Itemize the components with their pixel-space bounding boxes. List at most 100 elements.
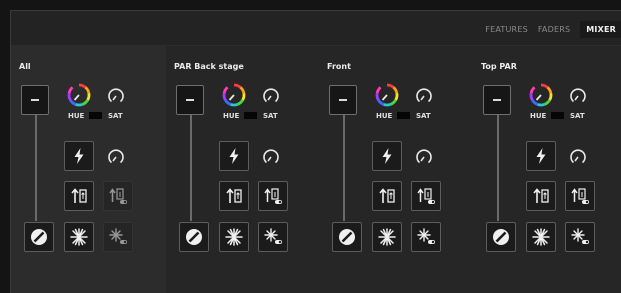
icon-graphic [375, 83, 399, 107]
icon-graphic [339, 229, 355, 245]
group-title: All [19, 62, 31, 71]
icon-graphic [417, 228, 435, 244]
icon-graphic [536, 148, 546, 164]
icon-graphic [71, 188, 87, 203]
chase-toggle-button[interactable] [258, 181, 288, 211]
fader-track[interactable] [497, 103, 499, 221]
blackout-button[interactable] [24, 222, 54, 252]
strobe-button[interactable] [219, 222, 249, 252]
strobe-button[interactable] [64, 222, 94, 252]
fader-track[interactable] [343, 103, 345, 221]
fixture-group: Top PAR HUE SAT [473, 45, 621, 293]
strobe-toggle-button[interactable] [258, 222, 288, 252]
color-swatch [244, 112, 257, 119]
icon-graphic [533, 188, 549, 203]
icon-graphic [263, 88, 279, 103]
chase-button[interactable] [64, 181, 94, 211]
fader-handle[interactable] [21, 85, 49, 115]
icon-graphic [70, 228, 88, 246]
tab-features[interactable]: FEATURES [485, 25, 528, 34]
icon-graphic [186, 229, 202, 245]
sat-label: SAT [108, 112, 123, 120]
hue-ring[interactable] [66, 82, 92, 108]
icon-graphic [416, 88, 432, 103]
fader-handle[interactable] [329, 85, 357, 115]
flash-button[interactable] [64, 141, 94, 171]
icon-graphic [109, 188, 127, 204]
fader-track[interactable] [190, 103, 192, 221]
icon-graphic [264, 188, 282, 204]
strobe-button[interactable] [372, 222, 402, 252]
icon-graphic [571, 228, 589, 244]
fixture-group: All HUE SAT [11, 45, 166, 293]
color-swatch [551, 112, 564, 119]
sat-knob[interactable] [569, 87, 587, 105]
fixture-group: Front HUE SAT [319, 45, 473, 293]
tab-bar: FEATURES FADERS MIXER [485, 21, 621, 38]
icon-graphic [109, 228, 127, 244]
fader-handle[interactable] [483, 85, 511, 115]
icon-graphic [263, 149, 279, 164]
fader-handle[interactable] [176, 85, 204, 115]
hue-ring[interactable] [528, 82, 554, 108]
icon-graphic [379, 188, 395, 203]
icon-graphic [225, 228, 243, 246]
hue-ring[interactable] [221, 82, 247, 108]
sat-label: SAT [570, 112, 585, 120]
color-swatch [89, 112, 102, 119]
icon-graphic [416, 149, 432, 164]
hue-ring[interactable] [374, 82, 400, 108]
icon-graphic [108, 149, 124, 164]
group-title: PAR Back stage [174, 62, 244, 71]
sat-label: SAT [416, 112, 431, 120]
icon-graphic [31, 229, 47, 245]
chase-button[interactable] [372, 181, 402, 211]
chase-toggle-button[interactable] [565, 181, 595, 211]
tab-faders[interactable]: FADERS [538, 25, 570, 34]
icon-graphic [74, 148, 84, 164]
flash-knob[interactable] [262, 148, 280, 166]
blackout-button[interactable] [486, 222, 516, 252]
sat-knob[interactable] [415, 87, 433, 105]
icon-graphic [417, 188, 435, 204]
chase-button[interactable] [219, 181, 249, 211]
strobe-button[interactable] [526, 222, 556, 252]
sat-knob[interactable] [107, 87, 125, 105]
hue-label: HUE [376, 112, 393, 120]
top-bar: FEATURES FADERS MIXER [11, 11, 621, 46]
strobe-toggle-button[interactable] [103, 222, 133, 252]
icon-graphic [570, 149, 586, 164]
icon-graphic [67, 83, 91, 107]
sat-label: SAT [263, 112, 278, 120]
color-swatch [397, 112, 410, 119]
strobe-toggle-button[interactable] [565, 222, 595, 252]
flash-knob[interactable] [107, 148, 125, 166]
chase-button[interactable] [526, 181, 556, 211]
icon-graphic [529, 83, 553, 107]
icon-graphic [222, 83, 246, 107]
tab-mixer[interactable]: MIXER [580, 21, 621, 38]
fader-track[interactable] [35, 103, 37, 221]
chase-toggle-button[interactable] [103, 181, 133, 211]
blackout-button[interactable] [179, 222, 209, 252]
flash-button[interactable] [372, 141, 402, 171]
blackout-button[interactable] [332, 222, 362, 252]
icon-graphic [382, 148, 392, 164]
group-title: Top PAR [481, 62, 517, 71]
mixer-panel: FEATURES FADERS MIXER All HUE SAT PAR Back … [10, 10, 621, 293]
fixture-group: PAR Back stage HUE SAT [166, 45, 319, 293]
flash-knob[interactable] [415, 148, 433, 166]
chase-toggle-button[interactable] [411, 181, 441, 211]
icon-graphic [226, 188, 242, 203]
sat-knob[interactable] [262, 87, 280, 105]
flash-button[interactable] [219, 141, 249, 171]
icon-graphic [264, 228, 282, 244]
flash-knob[interactable] [569, 148, 587, 166]
hue-label: HUE [68, 112, 85, 120]
hue-label: HUE [223, 112, 240, 120]
flash-button[interactable] [526, 141, 556, 171]
strobe-toggle-button[interactable] [411, 222, 441, 252]
icon-graphic [378, 228, 396, 246]
hue-label: HUE [530, 112, 547, 120]
group-title: Front [327, 62, 351, 71]
